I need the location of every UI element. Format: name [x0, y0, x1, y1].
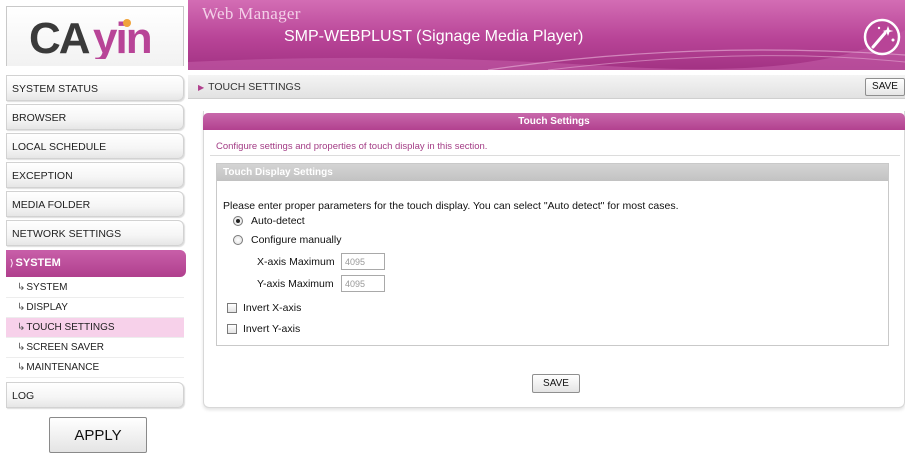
logo: CA yin: [6, 6, 184, 66]
save-button[interactable]: SAVE: [532, 374, 580, 393]
invert-x-option[interactable]: Invert X-axis: [227, 302, 301, 314]
x-axis-max-input[interactable]: [341, 253, 385, 270]
caret-right-icon: ▶: [198, 83, 205, 92]
group-title: Touch Display Settings: [217, 164, 888, 181]
invert-y-label: Invert Y-axis: [243, 323, 301, 335]
sidebar-item-system[interactable]: ⟩ SYSTEM: [6, 250, 186, 277]
sidebar-item-label: SYSTEM: [15, 257, 61, 269]
elbow-arrow-icon: ↳: [17, 342, 26, 353]
sidebar-subitem-maintenance[interactable]: ↳MAINTENANCE: [6, 358, 184, 378]
instructions-text: Please enter proper parameters for the t…: [223, 200, 679, 212]
configure-manually-option[interactable]: Configure manually: [233, 234, 341, 246]
y-axis-max-label: Y-axis Maximum: [257, 278, 334, 290]
invert-x-label: Invert X-axis: [243, 302, 302, 314]
touch-display-settings-group: Touch Display Settings Please enter prop…: [216, 163, 889, 346]
sidebar-subitem-touch-settings[interactable]: ↳TOUCH SETTINGS: [6, 318, 184, 338]
auto-detect-radio[interactable]: [233, 216, 243, 226]
sidebar-subitem-display[interactable]: ↳DISPLAY: [6, 298, 184, 318]
sidebar-item-browser[interactable]: BROWSER: [6, 104, 184, 130]
svg-text:CA: CA: [29, 15, 90, 59]
sidebar-item-network-settings[interactable]: NETWORK SETTINGS: [6, 220, 184, 246]
breadcrumb-bar: ▶ TOUCH SETTINGS SAVE: [188, 75, 905, 99]
cayin-logo-icon: CA yin: [29, 15, 153, 59]
sidebar-subitem-screen-saver[interactable]: ↳SCREEN SAVER: [6, 338, 184, 358]
sidebar-item-log[interactable]: LOG: [6, 382, 184, 408]
elbow-arrow-icon: ↳: [17, 282, 26, 293]
sidebar-item-local-schedule[interactable]: LOCAL SCHEDULE: [6, 133, 184, 159]
elbow-arrow-icon: ↳: [17, 362, 26, 373]
x-axis-max-label: X-axis Maximum: [257, 256, 335, 268]
auto-detect-option[interactable]: Auto-detect: [233, 215, 305, 227]
invert-y-option[interactable]: Invert Y-axis: [227, 323, 300, 335]
save-button-top[interactable]: SAVE: [865, 78, 905, 96]
configure-manually-label: Configure manually: [251, 234, 342, 246]
sidebar-subitem-system[interactable]: ↳SYSTEM: [6, 278, 184, 298]
auto-detect-label: Auto-detect: [251, 215, 305, 227]
sidebar-item-system-status[interactable]: SYSTEM STATUS: [6, 75, 184, 101]
elbow-arrow-icon: ↳: [17, 322, 26, 333]
sidebar: SYSTEM STATUS BROWSER LOCAL SCHEDULE EXC…: [6, 73, 186, 457]
panel-title: Touch Settings: [203, 113, 905, 130]
app-title: Web Manager: [202, 4, 301, 23]
divider: [210, 155, 900, 156]
panel-description: Configure settings and properties of tou…: [216, 141, 488, 152]
apply-button[interactable]: APPLY: [49, 417, 147, 453]
header-banner: Web Manager SMP-WEBPLUST (Signage Media …: [188, 0, 905, 70]
svg-text:yin: yin: [93, 15, 151, 59]
sidebar-item-exception[interactable]: EXCEPTION: [6, 162, 184, 188]
expand-arrows-icon: ⟩: [10, 258, 14, 268]
invert-y-checkbox[interactable]: [227, 324, 237, 334]
magic-wand-icon: [863, 18, 901, 56]
invert-x-checkbox[interactable]: [227, 303, 237, 313]
breadcrumb: ▶ TOUCH SETTINGS: [198, 81, 301, 93]
y-axis-max-input[interactable]: [341, 275, 385, 292]
device-model: SMP-WEBPLUST (Signage Media Player): [284, 28, 584, 45]
sidebar-item-media-folder[interactable]: MEDIA FOLDER: [6, 191, 184, 217]
configure-manually-radio[interactable]: [233, 235, 243, 245]
elbow-arrow-icon: ↳: [17, 302, 26, 313]
breadcrumb-label: TOUCH SETTINGS: [208, 81, 301, 93]
